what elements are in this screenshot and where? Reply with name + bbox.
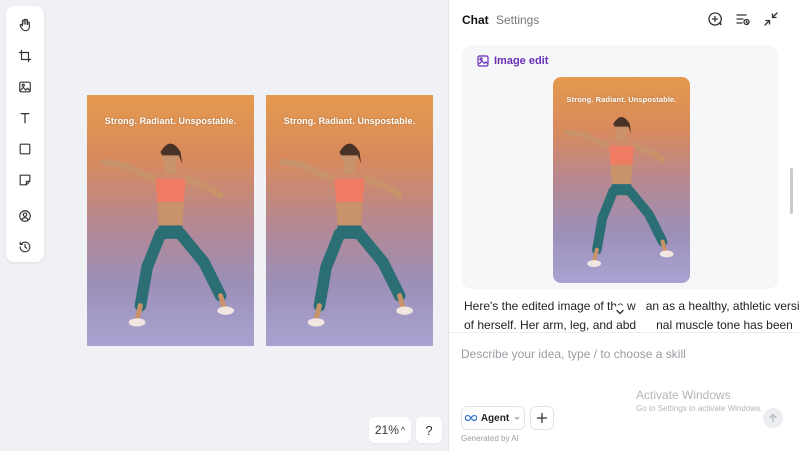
add-attachment-button[interactable]	[530, 406, 554, 430]
agent-mode-button[interactable]: Agent	[461, 406, 525, 430]
text-icon[interactable]	[15, 108, 35, 128]
generated-by-ai-note: Generated by AI	[461, 434, 519, 443]
crop-icon[interactable]	[15, 46, 35, 66]
prompt-input[interactable]	[459, 343, 793, 365]
image-icon[interactable]	[15, 77, 35, 97]
send-button[interactable]	[763, 408, 783, 428]
infinity-icon	[464, 414, 477, 422]
agent-label: Agent	[480, 412, 510, 424]
image-edit-card: Image edit Strong. Radiant. Unspostable.	[462, 45, 778, 289]
watermark-subtitle: Go to Settings to activate Windows.	[636, 404, 763, 413]
user-circle-icon[interactable]	[15, 206, 35, 226]
chevron-down-icon	[616, 309, 624, 315]
activate-windows-watermark: Activate Windows Go to Settings to activ…	[636, 388, 762, 413]
image-edit-icon	[477, 55, 489, 67]
poster-headline: Strong. Radiant. Unspostable.	[104, 116, 237, 126]
rectangle-icon[interactable]	[15, 139, 35, 159]
athlete-figure	[563, 116, 674, 267]
chevron-down-icon	[514, 416, 520, 420]
edited-image-preview[interactable]: Strong. Radiant. Unspostable.	[553, 77, 690, 283]
plus-icon	[536, 412, 548, 424]
zoom-label: 21%	[374, 423, 399, 437]
canvas-image-original[interactable]: Strong. Radiant. Unspostable.	[87, 95, 254, 346]
chevron-up-icon: ^	[400, 425, 406, 435]
chat-panel: Chat Settings Image edit Strong. Radiant…	[448, 0, 800, 451]
canvas-image-edited[interactable]: Strong. Radiant. Unspostable.	[266, 95, 433, 346]
tab-chat[interactable]: Chat	[462, 13, 489, 27]
hand-icon[interactable]	[15, 15, 35, 35]
sticky-note-icon[interactable]	[15, 170, 35, 190]
help-button[interactable]: ?	[416, 417, 442, 443]
zoom-button[interactable]: 21% ^	[369, 417, 411, 443]
new-chat-icon[interactable]	[707, 11, 723, 27]
left-toolbar	[6, 6, 44, 262]
chat-history-icon[interactable]	[735, 11, 751, 27]
collapse-icon[interactable]	[763, 11, 779, 27]
poster-headline: Strong. Radiant. Unspostable.	[566, 95, 677, 104]
athlete-figure	[100, 143, 234, 327]
poster-headline: Strong. Radiant. Unspostable.	[283, 116, 416, 126]
image-edit-tag: Image edit	[477, 55, 548, 67]
scroll-to-bottom-button[interactable]	[613, 305, 627, 319]
tab-settings[interactable]: Settings	[496, 13, 539, 27]
arrow-up-icon	[769, 413, 777, 423]
history-icon[interactable]	[15, 237, 35, 257]
athlete-figure	[279, 143, 413, 327]
composer: Activate Windows Go to Settings to activ…	[449, 332, 800, 451]
image-edit-label: Image edit	[494, 55, 549, 67]
watermark-title: Activate Windows	[636, 388, 731, 402]
chat-scrollbar[interactable]	[790, 168, 793, 214]
